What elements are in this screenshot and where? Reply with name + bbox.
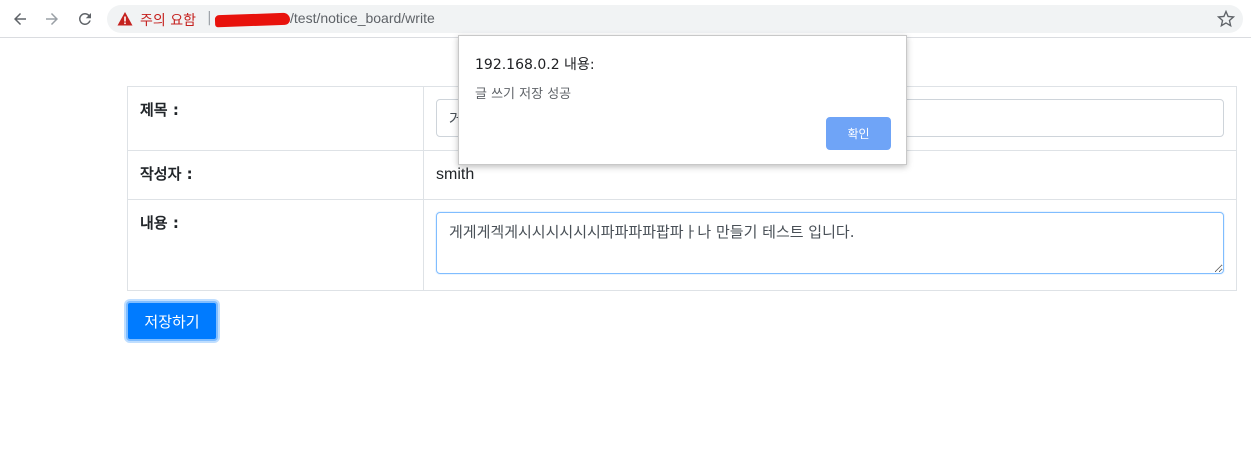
writer-label: 작성자 : (127, 150, 424, 200)
address-bar[interactable]: 주의 요함 | /test/notice_board/write (107, 5, 1243, 33)
alert-origin: 192.168.0.2 내용: (475, 57, 595, 73)
url-path: /test/notice_board/write (290, 10, 435, 26)
browser-toolbar: 주의 요함 | /test/notice_board/write (0, 0, 1251, 38)
back-arrow-icon (14, 13, 26, 25)
bookmark-star-icon[interactable] (1217, 10, 1235, 28)
url-separator: | (207, 10, 212, 26)
warning-icon (117, 12, 133, 26)
alert-message: 글 쓰기 저장 성공 (475, 87, 572, 102)
back-button[interactable] (8, 7, 32, 31)
redacted-host (214, 12, 291, 28)
reload-button[interactable] (73, 7, 97, 31)
reload-icon (78, 12, 91, 25)
alert-ok-button[interactable]: 확인 (826, 117, 891, 150)
forward-arrow-icon (46, 13, 58, 25)
forward-button[interactable] (40, 7, 64, 31)
alert-dialog: 192.168.0.2 내용: 글 쓰기 저장 성공 확인 (458, 35, 907, 165)
content-label: 내용 : (127, 199, 424, 291)
security-warning-label[interactable]: 주의 요함 (140, 10, 196, 30)
writer-value: smith (436, 166, 475, 183)
content-textarea[interactable]: 게게게겍게시시시시시시파파파파팝파ㅏ나 만들기 테스트 입니다. (436, 212, 1224, 274)
content-cell: 게게게겍게시시시시시시파파파파팝파ㅏ나 만들기 테스트 입니다. (423, 199, 1237, 291)
title-label: 제목 : (127, 86, 424, 151)
content-row: 내용 : 게게게겍게시시시시시시파파파파팝파ㅏ나 만들기 테스트 입니다. (127, 199, 1237, 291)
save-button[interactable]: 저장하기 (126, 301, 218, 341)
